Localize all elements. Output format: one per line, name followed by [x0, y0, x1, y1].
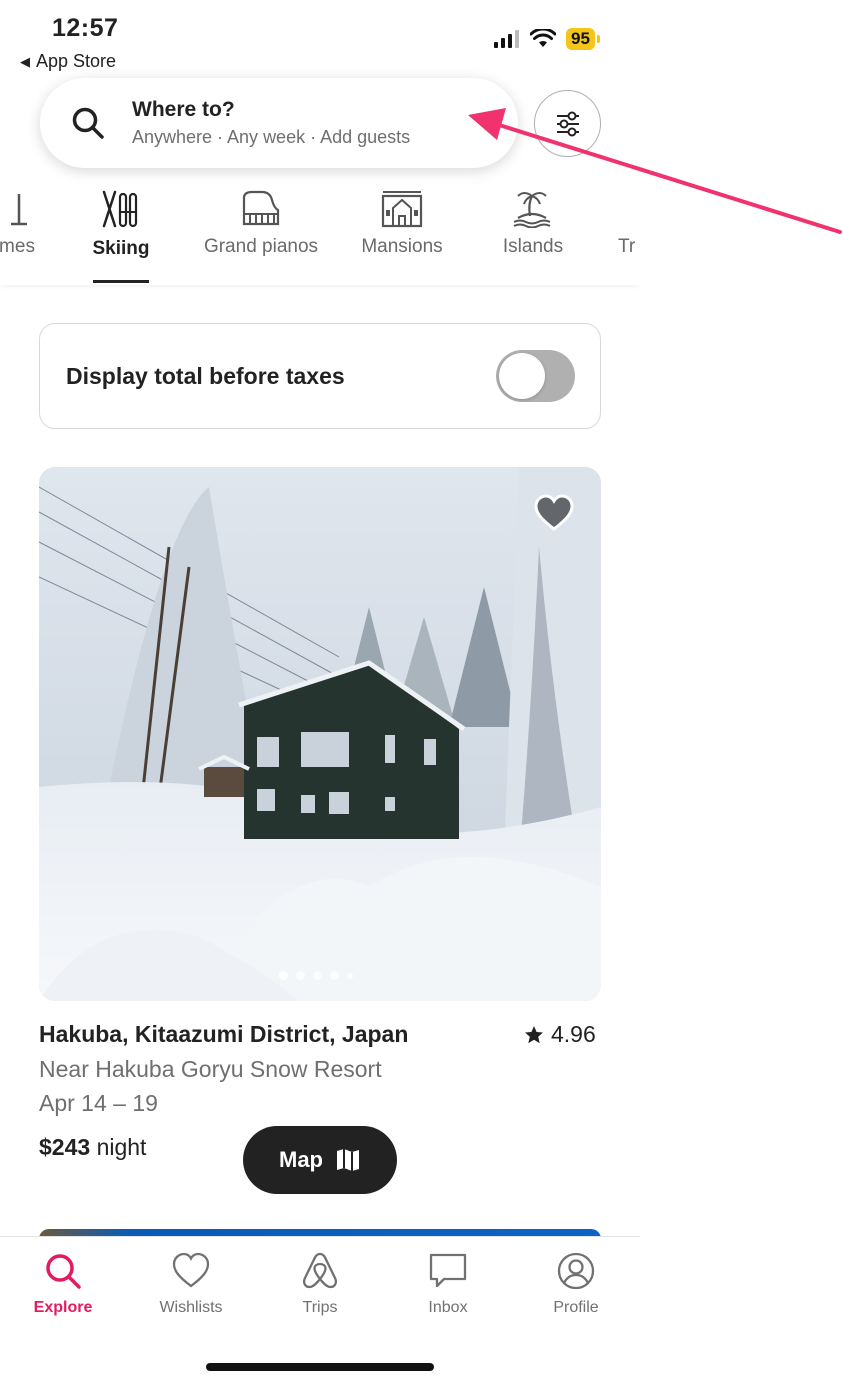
tab-profile[interactable]: Profile [526, 1251, 626, 1317]
back-triangle-icon: ◀ [20, 53, 30, 69]
heart-icon [534, 494, 574, 531]
back-to-app-store[interactable]: ◀ App Store [20, 51, 116, 72]
photo-dot [296, 971, 305, 980]
homes-icon [11, 194, 27, 226]
category-label: Islands [502, 236, 564, 257]
tab-label: Trips [302, 1299, 338, 1316]
category-bar: mes Skiing Grand pianos Mansions Islands… [0, 182, 640, 285]
category-label: Skiing [92, 238, 150, 259]
photo-dot [313, 971, 322, 980]
star-icon [525, 1025, 543, 1043]
category-islands[interactable]: Islands [486, 182, 580, 258]
display-total-card: Display total before taxes [39, 323, 601, 429]
listing-photo[interactable] [39, 467, 601, 1001]
status-time: 12:57 [52, 14, 119, 42]
map-button[interactable]: Map [243, 1126, 397, 1194]
category-label: mes [0, 236, 35, 257]
skiing-icon [102, 190, 138, 228]
back-label: App Store [36, 51, 117, 71]
listing-dates: Apr 14 – 19 [39, 1090, 158, 1116]
active-category-underline [93, 280, 149, 283]
tab-label: Wishlists [159, 1299, 223, 1316]
tab-label: Inbox [428, 1299, 468, 1316]
category-skiing[interactable]: Skiing [80, 182, 162, 260]
battery-level: 95 [566, 28, 595, 50]
display-total-toggle[interactable] [496, 350, 575, 402]
tab-inbox[interactable]: Inbox [398, 1251, 498, 1317]
signal-icon [494, 30, 519, 48]
toggle-knob [499, 353, 545, 399]
app-screen: 12:57 ◀ App Store 95 Where to? Anywhere … [0, 0, 640, 1385]
category-label: Grand pianos [203, 236, 319, 257]
category-grand-pianos[interactable]: Grand pianos [196, 182, 326, 258]
category-trending[interactable]: Tr [618, 182, 640, 258]
sliders-icon [556, 111, 579, 136]
photo-pagination-dots [279, 971, 353, 980]
tab-explore[interactable]: Explore [13, 1251, 113, 1317]
photo-dot [279, 971, 288, 980]
photo-dot [347, 972, 353, 979]
grand-piano-icon [242, 190, 280, 226]
filters-button[interactable] [534, 90, 601, 157]
tab-wishlists[interactable]: Wishlists [141, 1251, 241, 1317]
category-label: Mansions [361, 236, 443, 257]
listing-price: $243 night [39, 1134, 146, 1161]
home-indicator[interactable] [206, 1363, 434, 1371]
status-indicators: 95 [494, 28, 600, 50]
search-icon [46, 1254, 81, 1289]
price-amount: $243 [39, 1134, 91, 1160]
rating-value: 4.96 [551, 1021, 596, 1047]
wishlist-heart-button[interactable] [533, 494, 575, 537]
wifi-icon [530, 29, 556, 47]
map-icon [337, 1149, 359, 1171]
battery-nub [596, 35, 600, 43]
photo-dot [330, 971, 339, 980]
tab-trips[interactable]: Trips [270, 1251, 370, 1317]
category-mansions[interactable]: Mansions [352, 182, 452, 258]
search-bar[interactable]: Where to? Anywhere · Any week · Add gues… [40, 78, 518, 168]
island-icon [513, 192, 551, 228]
trending-icon [618, 188, 640, 228]
listing-rating: 4.96 [524, 1021, 596, 1048]
listing-subtitle: Near Hakuba Goryu Snow Resort [39, 1056, 382, 1082]
display-total-label: Display total before taxes [66, 363, 345, 389]
search-subtitle: Anywhere · Any week · Add guests [132, 127, 411, 147]
category-homes[interactable]: mes [0, 182, 52, 258]
map-button-label: Map [279, 1147, 323, 1172]
search-title: Where to? [132, 98, 235, 121]
tab-label: Explore [33, 1299, 93, 1316]
mansion-icon [381, 191, 423, 228]
airbnb-logo-icon [303, 1252, 337, 1289]
tab-label: Profile [553, 1299, 599, 1316]
price-unit: night [96, 1134, 147, 1160]
listing-photo-image [39, 467, 601, 1001]
profile-icon [557, 1252, 595, 1290]
message-icon [429, 1253, 467, 1288]
heart-icon [172, 1252, 210, 1288]
search-icon [72, 107, 104, 139]
category-label: Tr [618, 236, 636, 257]
listing-title[interactable]: Hakuba, Kitaazumi District, Japan [39, 1021, 408, 1048]
